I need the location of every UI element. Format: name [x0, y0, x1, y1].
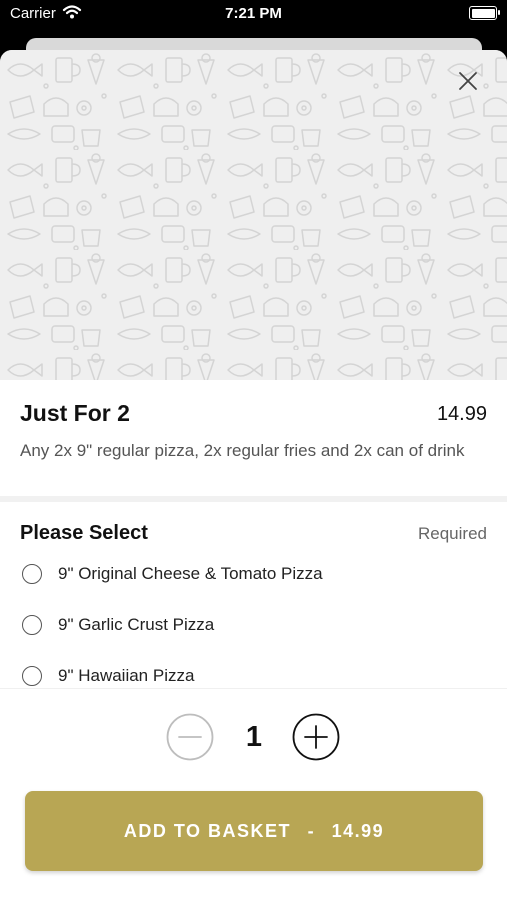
item-detail-sheet: Just For 2 14.99 Any 2x 9" regular pizza…: [0, 50, 507, 900]
option-label: 9" Hawaiian Pizza: [58, 666, 195, 685]
add-button-separator: -: [307, 821, 316, 841]
quantity-value: 1: [245, 721, 263, 753]
status-time: 7:21 PM: [225, 5, 282, 22]
selection-header: Please Select Required: [20, 522, 487, 548]
selection-title: Please Select: [20, 522, 148, 544]
order-footer: 1 ADD TO BASKET - 14.99: [0, 688, 507, 900]
item-image-placeholder: [0, 50, 507, 380]
option-label: 9" Original Cheese & Tomato Pizza: [58, 564, 323, 583]
plus-circle-icon[interactable]: [292, 713, 340, 761]
radio-button[interactable]: [22, 615, 42, 635]
radio-button[interactable]: [22, 564, 42, 584]
add-to-basket-button[interactable]: ADD TO BASKET - 14.99: [25, 791, 483, 871]
battery-icon: [469, 6, 500, 20]
option-original-cheese-tomato[interactable]: 9" Original Cheese & Tomato Pizza: [20, 562, 487, 613]
doodle-pattern: [0, 50, 507, 380]
close-icon[interactable]: [455, 68, 481, 94]
option-label: 9" Garlic Crust Pizza: [58, 615, 215, 634]
item-price: 14.99: [436, 403, 487, 425]
radio-button[interactable]: [22, 666, 42, 686]
option-hawaiian[interactable]: 9" Hawaiian Pizza: [20, 664, 487, 688]
status-bar: Carrier 7:21 PM: [0, 0, 507, 30]
add-button-label: ADD TO BASKET: [123, 821, 292, 841]
options-list: 9" Original Cheese & Tomato Pizza 9" Gar…: [20, 562, 487, 688]
item-description: Any 2x 9" regular pizza, 2x regular frie…: [20, 441, 465, 460]
add-button-price: 14.99: [331, 821, 385, 841]
section-divider: [0, 496, 507, 502]
option-garlic-crust[interactable]: 9" Garlic Crust Pizza: [20, 613, 487, 664]
item-title: Just For 2: [20, 400, 130, 426]
minus-circle-icon[interactable]: [166, 713, 214, 761]
item-header: Just For 2 14.99: [20, 400, 487, 430]
required-label: Required: [418, 524, 487, 543]
